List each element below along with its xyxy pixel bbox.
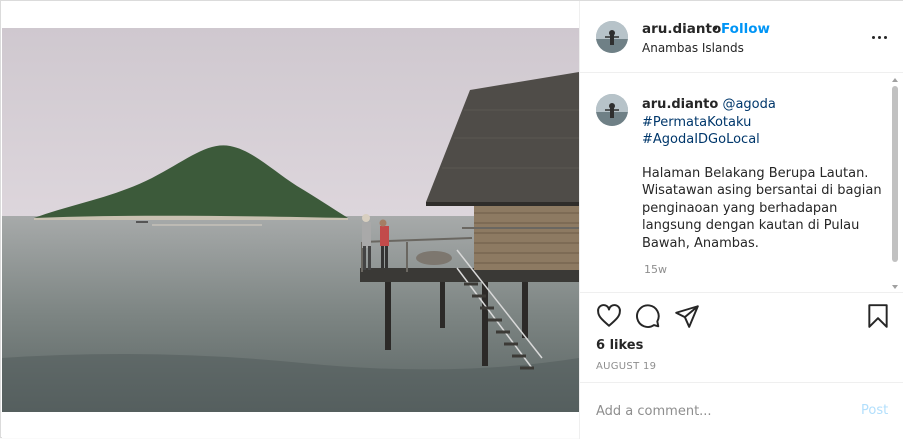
action-bar [580,299,903,335]
likes-count[interactable]: 6 likes [596,338,643,353]
separator-dot: • [711,21,720,37]
caption-body: Halaman Belakang Berupa Lautan. Wisatawa… [642,165,882,251]
caption-mention[interactable]: @agoda [722,97,775,112]
more-dot [878,36,881,39]
avatar-image [596,94,628,126]
caption-time-ago: 15w [644,263,667,276]
more-dot [872,36,875,39]
hashtag-link[interactable]: #AgodaIDGoLocal [642,131,887,149]
share-icon[interactable] [674,303,700,329]
avatar[interactable] [596,21,628,53]
heart-icon[interactable] [596,303,622,329]
post-date: AUGUST 19 [596,361,657,372]
scroll-down-icon[interactable] [892,285,898,289]
more-options-icon[interactable] [870,27,890,47]
caption-scrollbar[interactable] [891,74,899,292]
hashtag-link[interactable]: #PermataKotaku [642,114,887,132]
caption-username[interactable]: aru.dianto [642,97,718,112]
comment-bar: Post [580,382,903,439]
post-header: aru.dianto • Follow Anambas Islands [580,1,903,73]
scroll-up-icon[interactable] [892,78,898,82]
instagram-post-modal: aru.dianto • Follow Anambas Islands aru.… [0,0,903,439]
bookmark-icon[interactable] [865,303,891,329]
caption-text: aru.dianto @agoda #PermataKotaku #AgodaI… [642,96,887,252]
photo-image [2,28,579,412]
post-photo[interactable] [2,2,579,438]
caption-section: aru.dianto @agoda #PermataKotaku #AgodaI… [580,74,903,293]
comment-icon[interactable] [635,303,661,329]
scrollbar-thumb[interactable] [892,86,898,262]
post-sidebar: aru.dianto • Follow Anambas Islands aru.… [579,1,903,439]
comment-input[interactable] [596,402,846,420]
avatar-image [596,21,628,53]
follow-button[interactable]: Follow [721,21,770,37]
post-location[interactable]: Anambas Islands [642,41,744,55]
more-dot [884,36,887,39]
avatar[interactable] [596,94,628,126]
post-comment-button[interactable]: Post [861,403,888,418]
post-username[interactable]: aru.dianto [642,21,721,37]
